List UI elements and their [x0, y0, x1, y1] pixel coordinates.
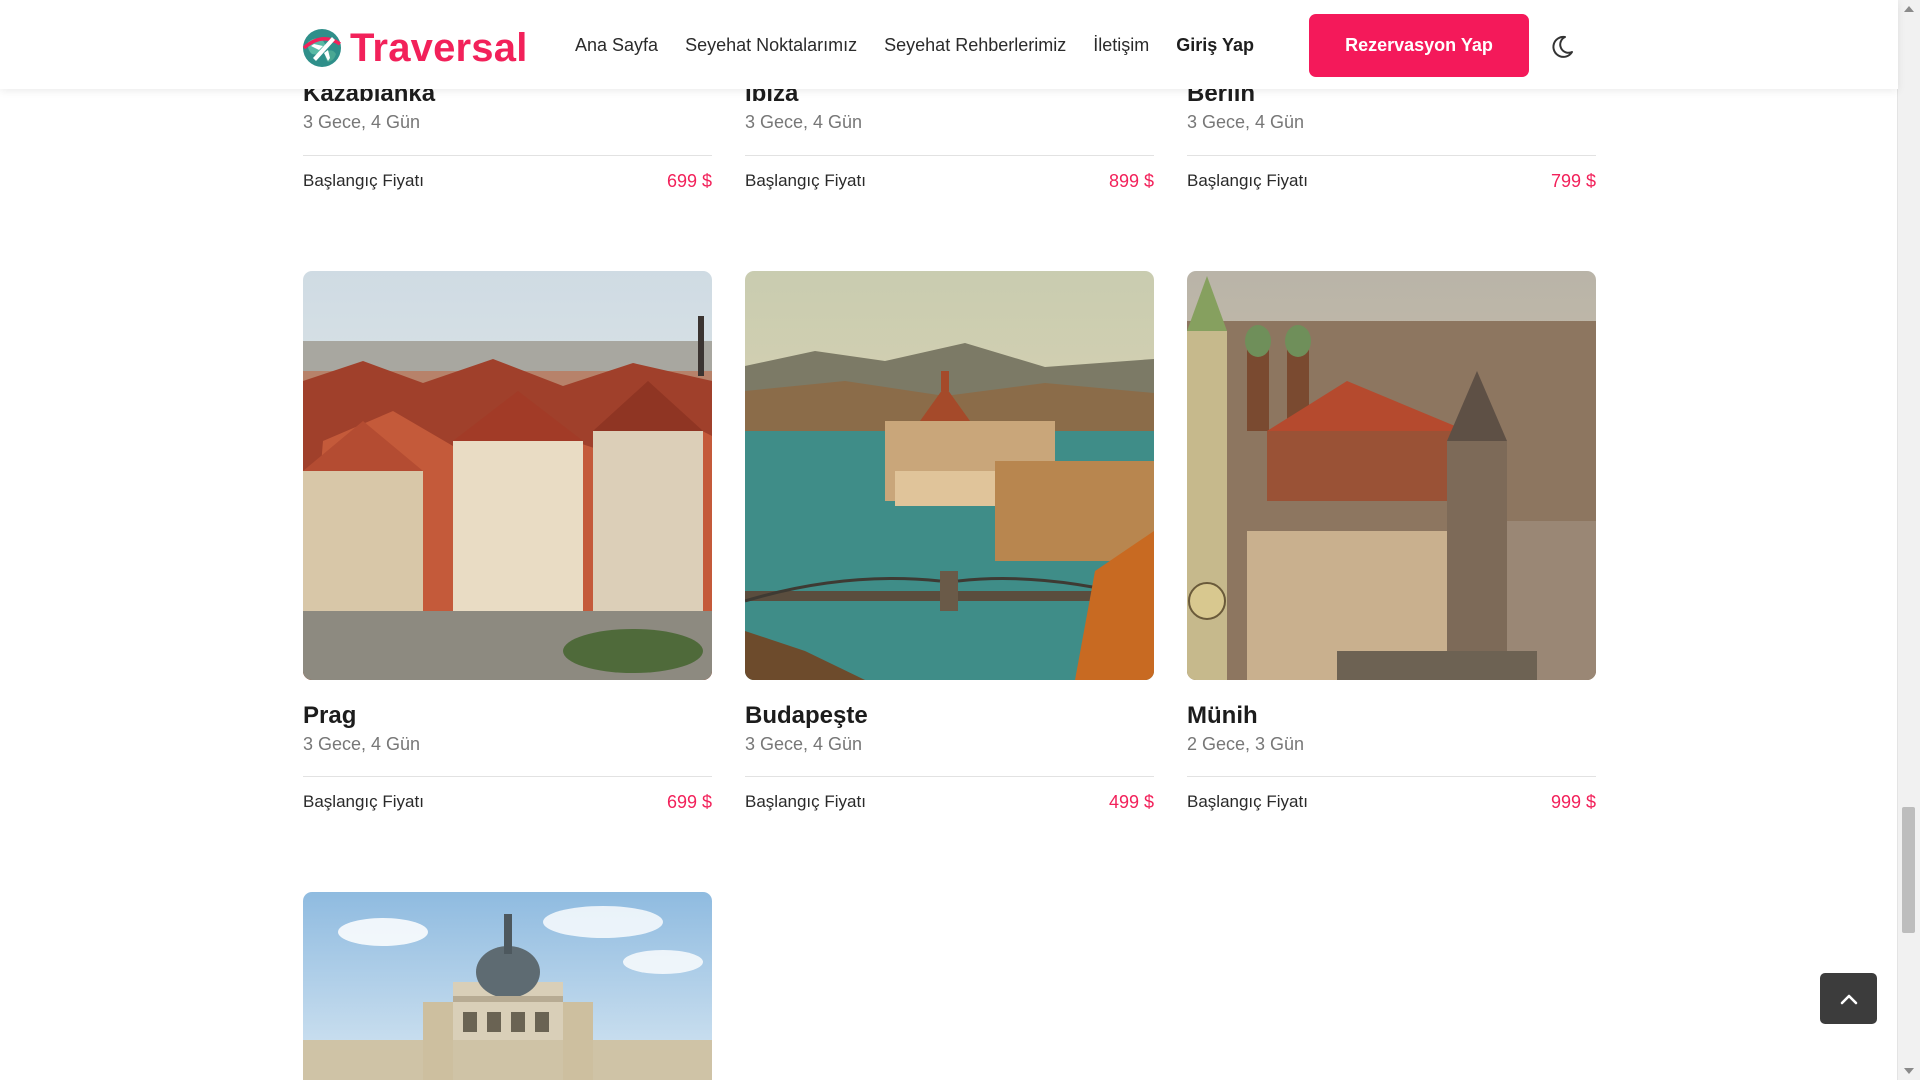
destination-card[interactable]: Budapeşte 3 Gece, 4 Gün Başlangıç Fiyatı…	[745, 271, 1154, 812]
card-price: 699 $	[666, 792, 712, 812]
destination-card[interactable]	[303, 892, 712, 1080]
card-duration: 3 Gece, 4 Gün	[745, 734, 863, 754]
card-duration: 2 Gece, 3 Gün	[1187, 734, 1305, 754]
card-divider	[1187, 776, 1596, 777]
card-image[interactable]	[303, 892, 712, 1080]
reservation-button[interactable]: Rezervasyon Yap	[1309, 14, 1529, 77]
nav-item-guides[interactable]: Seyehat Rehberlerimiz	[884, 34, 1066, 56]
card-price-label: Başlangıç Fiyatı	[1187, 792, 1308, 811]
card-duration: 3 Gece, 4 Gün	[303, 734, 421, 754]
card-price: 499 $	[1108, 792, 1154, 812]
brand-logo-link[interactable]: Traversal	[302, 26, 528, 70]
card-divider	[303, 776, 712, 777]
card-divider	[745, 776, 1154, 777]
card-divider	[303, 155, 712, 156]
back-to-top-button[interactable]	[1820, 973, 1877, 1024]
card-image[interactable]	[1187, 271, 1596, 680]
card-duration: 3 Gece, 4 Gün	[1187, 112, 1305, 132]
card-price-label: Başlangıç Fiyatı	[1187, 171, 1308, 190]
card-price: 699 $	[666, 171, 712, 191]
page-scrollbar[interactable]	[1897, 0, 1920, 1080]
card-duration: 3 Gece, 4 Gün	[745, 112, 863, 132]
moon-icon[interactable]	[1548, 33, 1576, 61]
scrollbar-thumb[interactable]	[1902, 807, 1915, 933]
card-divider	[1187, 155, 1596, 156]
card-price: 799 $	[1550, 171, 1596, 191]
brand-name: Traversal	[350, 26, 528, 70]
card-price-label: Başlangıç Fiyatı	[745, 792, 866, 811]
card-price-label: Başlangıç Fiyatı	[303, 171, 424, 190]
card-duration: 3 Gece, 4 Gün	[303, 112, 421, 132]
destination-card[interactable]: Münih 2 Gece, 3 Gün Başlangıç Fiyatı 999…	[1187, 271, 1596, 812]
destination-card[interactable]: Prag 3 Gece, 4 Gün Başlangıç Fiyatı 699 …	[303, 271, 712, 812]
card-image[interactable]	[745, 271, 1154, 680]
scroll-up-arrow-icon[interactable]	[1904, 6, 1914, 12]
card-price: 899 $	[1108, 171, 1154, 191]
globe-plane-icon	[302, 29, 341, 67]
card-divider	[745, 155, 1154, 156]
card-price: 999 $	[1550, 792, 1596, 812]
scroll-down-arrow-icon[interactable]	[1904, 1068, 1914, 1074]
nav-item-home[interactable]: Ana Sayfa	[575, 34, 658, 56]
main-nav: Ana Sayfa Seyehat Noktalarımız Seyehat R…	[575, 34, 1281, 56]
site-header: Traversal Ana Sayfa Seyehat Noktalarımız…	[0, 0, 1898, 89]
card-title[interactable]: Prag	[303, 702, 356, 730]
nav-item-login[interactable]: Giriş Yap	[1176, 34, 1254, 56]
card-title[interactable]: Münih	[1187, 702, 1258, 730]
card-price-label: Başlangıç Fiyatı	[303, 792, 424, 811]
card-title[interactable]: Budapeşte	[745, 702, 868, 730]
nav-item-contact[interactable]: İletişim	[1093, 34, 1149, 56]
nav-item-destinations[interactable]: Seyehat Noktalarımız	[685, 34, 857, 56]
card-image[interactable]	[303, 271, 712, 680]
chevron-up-icon	[1840, 994, 1857, 1004]
card-price-label: Başlangıç Fiyatı	[745, 171, 866, 190]
